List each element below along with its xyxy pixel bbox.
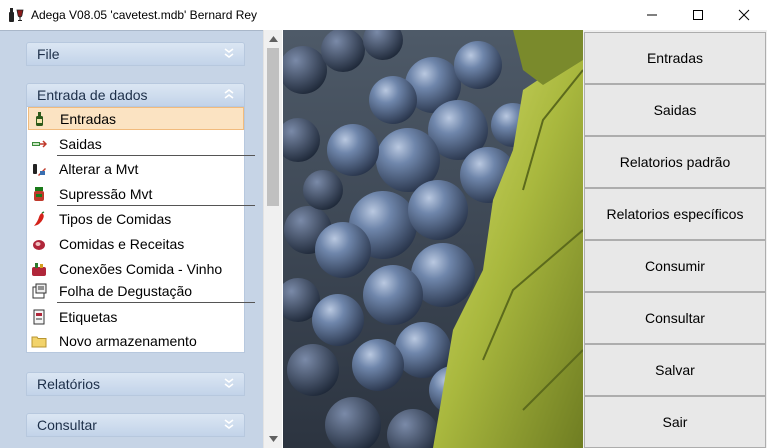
consultar-button[interactable]: Consultar	[584, 292, 766, 344]
menu-item-etiquetas[interactable]: Etiquetas	[28, 305, 244, 328]
entrada-items-list: Entradas Saidas Alterar a Mvt Supressão …	[26, 107, 255, 353]
menu-item-supressao[interactable]: Supressão Mvt	[28, 182, 244, 205]
chili-pepper-icon	[34, 210, 45, 226]
entradas-button[interactable]: Entradas	[584, 32, 766, 84]
food-wine-icon	[32, 262, 46, 276]
group-header-entrada[interactable]: Entrada de dados	[26, 83, 245, 107]
sair-button[interactable]: Sair	[584, 396, 766, 448]
menu-item-label: Supressão Mvt	[59, 185, 153, 202]
double-chevron-down-icon[interactable]	[222, 376, 236, 390]
menu-item-label: Tipos de Comidas	[59, 210, 172, 227]
wine-bottle-icon	[36, 111, 43, 126]
menu-item-comidas-receitas[interactable]: Comidas e Receitas	[28, 232, 244, 255]
saidas-button[interactable]: Saidas	[584, 84, 766, 136]
menu-item-entradas[interactable]: Entradas	[28, 107, 244, 130]
menu-item-label: Novo armazenamento	[59, 332, 197, 349]
scroll-up-icon[interactable]	[264, 30, 282, 48]
menu-separator	[57, 302, 255, 303]
group-header-consultar[interactable]: Consultar	[26, 413, 245, 437]
title-bar: Adega V08.05 'cavetest.mdb' Bernard Rey	[0, 0, 767, 30]
group-header-file[interactable]: File	[26, 42, 245, 66]
delete-bottle-icon	[34, 186, 44, 201]
close-icon[interactable]	[721, 0, 767, 30]
scrollbar-thumb[interactable]	[267, 48, 279, 206]
edit-bottle-icon	[33, 163, 46, 176]
label-icon	[33, 309, 45, 324]
salvar-button[interactable]: Salvar	[584, 344, 766, 396]
action-buttons-panel: Entradas Saidas Relatorios padrão Relato…	[583, 30, 767, 448]
menu-item-tipos-comidas[interactable]: Tipos de Comidas	[28, 207, 244, 230]
group-header-relatorios[interactable]: Relatórios	[26, 372, 245, 396]
group-label: Relatórios	[37, 376, 101, 392]
menu-item-saidas[interactable]: Saidas	[28, 132, 244, 155]
double-chevron-up-icon[interactable]	[222, 87, 236, 101]
navigation-pane: File Entrada de dados Entradas Saidas Al…	[0, 30, 263, 448]
menu-item-folha-degustacao[interactable]: Folha de Degustação	[28, 279, 244, 302]
double-chevron-down-icon[interactable]	[222, 417, 236, 431]
menu-item-label: Alterar a Mvt	[59, 160, 139, 177]
folder-icon	[31, 336, 47, 347]
menu-item-label: Saidas	[59, 135, 102, 152]
meat-icon	[33, 239, 45, 250]
group-label: File	[37, 46, 60, 62]
menu-item-label: Etiquetas	[59, 308, 118, 325]
minimize-icon[interactable]	[629, 0, 675, 30]
menu-item-label: Conexões Comida - Vinho	[59, 260, 223, 277]
menu-item-label: Comidas e Receitas	[59, 235, 185, 252]
grape-cluster-photo	[283, 30, 583, 448]
relatorios-especificos-button[interactable]: Relatorios específicos	[584, 188, 766, 240]
arrow-out-icon	[32, 139, 47, 148]
maximize-icon[interactable]	[675, 0, 721, 30]
consumir-button[interactable]: Consumir	[584, 240, 766, 292]
menu-item-novo-armazenamento[interactable]: Novo armazenamento	[28, 329, 244, 352]
scroll-down-icon[interactable]	[264, 430, 282, 448]
menu-item-label: Folha de Degustação	[59, 282, 193, 299]
tasting-sheet-icon	[32, 283, 47, 298]
menu-separator	[57, 155, 255, 156]
menu-item-label: Entradas	[60, 110, 117, 127]
menu-item-conexoes[interactable]: Conexões Comida - Vinho	[28, 257, 244, 280]
double-chevron-down-icon[interactable]	[222, 46, 236, 60]
wine-bottle-glass-icon[interactable]	[5, 4, 27, 26]
window-title: Adega V08.05 'cavetest.mdb' Bernard Rey	[31, 8, 258, 22]
relatorios-padrao-button[interactable]: Relatorios padrão	[584, 136, 766, 188]
group-label: Consultar	[37, 417, 97, 433]
menu-separator	[57, 205, 255, 206]
group-label: Entrada de dados	[37, 87, 148, 103]
vertical-scrollbar[interactable]	[263, 30, 282, 448]
menu-item-alterar[interactable]: Alterar a Mvt	[28, 157, 244, 180]
